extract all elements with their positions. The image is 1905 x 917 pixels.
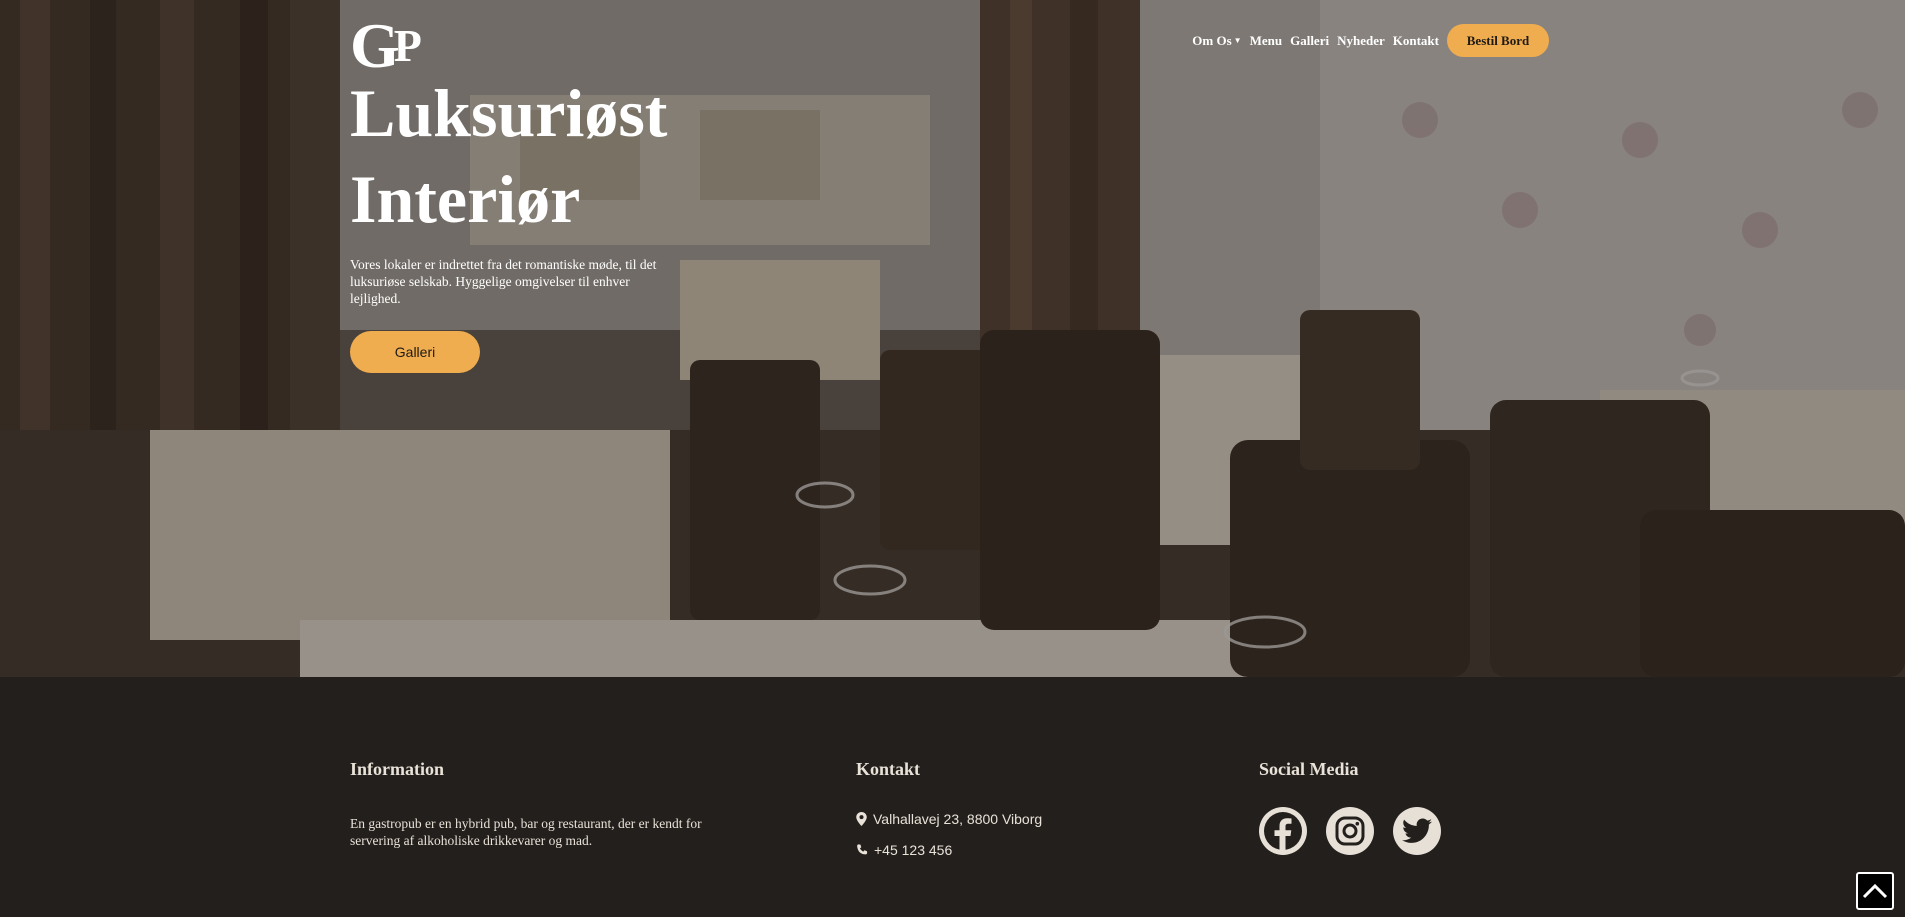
twitter-button[interactable] — [1393, 807, 1441, 855]
hero-title-line-1: Luksuriøst — [350, 75, 668, 151]
hero-section — [0, 0, 1905, 677]
hero-dark-overlay — [0, 0, 1905, 677]
footer-social-heading: Social Media — [1259, 759, 1359, 779]
nav-menu[interactable]: Menu — [1250, 33, 1283, 49]
footer-info-heading: Information — [350, 759, 444, 779]
instagram-button[interactable] — [1326, 807, 1374, 855]
main-nav: Om Os ▼ Menu Galleri Nyheder Kontakt Best… — [1192, 24, 1549, 57]
nav-kontakt[interactable]: Kontakt — [1393, 33, 1439, 49]
footer: Information En gastropub er en hybrid pu… — [0, 677, 1905, 917]
chevron-up-icon — [1862, 883, 1888, 899]
location-pin-icon — [856, 812, 867, 826]
gallery-button[interactable]: Galleri — [350, 331, 480, 373]
contact-phone-text: +45 123 456 — [874, 842, 953, 858]
footer-info-text: En gastropub er en hybrid pub, bar og re… — [350, 816, 702, 848]
hero-title-line-2: Interiør — [350, 161, 581, 237]
scroll-to-top-button[interactable] — [1856, 872, 1894, 910]
chevron-down-icon: ▼ — [1233, 35, 1242, 45]
phone-icon — [857, 844, 868, 855]
book-table-button[interactable]: Bestil Bord — [1447, 24, 1549, 57]
footer-contact-heading: Kontakt — [856, 759, 921, 779]
social-links — [1259, 807, 1441, 855]
hero-title: Luksuriøst Interiør — [350, 70, 710, 242]
contact-phone: +45 123 456 — [856, 842, 952, 858]
nav-galleri[interactable]: Galleri — [1290, 33, 1329, 49]
logo-letter-p: P — [393, 20, 422, 71]
nav-om-os-label: Om Os — [1192, 32, 1232, 48]
nav-nyheder[interactable]: Nyheder — [1337, 33, 1385, 49]
contact-address: Valhallavej 23, 8800 Viborg — [856, 811, 1042, 827]
twitter-icon — [1402, 818, 1432, 843]
facebook-icon — [1264, 812, 1302, 851]
instagram-icon — [1335, 816, 1365, 846]
nav-om-os[interactable]: Om Os ▼ — [1192, 33, 1241, 49]
contact-address-text: Valhallavej 23, 8800 Viborg — [873, 811, 1043, 827]
facebook-button[interactable] — [1259, 807, 1307, 855]
hero-description: Vores lokaler er indrettet fra det roman… — [350, 257, 657, 306]
gp-logo[interactable]: GP — [350, 14, 422, 78]
